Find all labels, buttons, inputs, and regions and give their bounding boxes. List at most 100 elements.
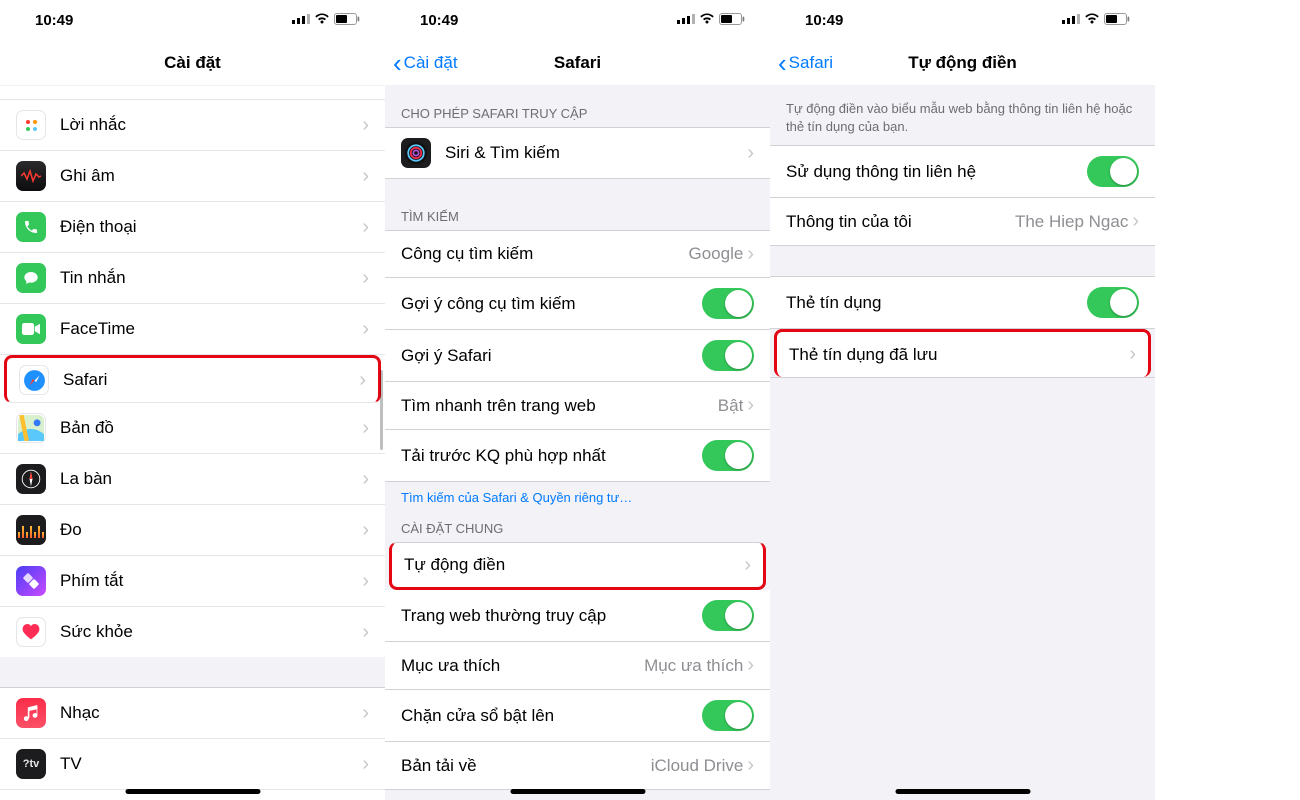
section-header-general: CÀI ĐẶT CHUNG bbox=[385, 511, 770, 542]
row-safari[interactable]: Safari › bbox=[4, 355, 381, 403]
page-title: Safari bbox=[554, 53, 601, 73]
chevron-icon: › bbox=[359, 369, 366, 392]
chevron-left-icon: ‹ bbox=[778, 50, 787, 76]
toggle-switch[interactable] bbox=[702, 440, 754, 471]
row-label: Bản đồ bbox=[60, 418, 362, 438]
section-note: Tự động điền vào biểu mẫu web bằng thông… bbox=[770, 86, 1155, 145]
row-safari-suggestions[interactable]: Gợi ý Safari bbox=[385, 330, 770, 382]
row-downloads[interactable]: Bản tải về iCloud Drive › bbox=[385, 742, 770, 790]
row-block-popups[interactable]: Chặn cửa sổ bật lên bbox=[385, 690, 770, 742]
status-time: 10:49 bbox=[805, 12, 843, 29]
row-frequently-visited[interactable]: Trang web thường truy cập bbox=[385, 590, 770, 642]
voice-memo-icon bbox=[16, 161, 46, 191]
row-saved-credit-cards[interactable]: Thẻ tín dụng đã lưu › bbox=[774, 329, 1151, 377]
row-maps[interactable]: Bản đồ › bbox=[0, 403, 385, 454]
nav-bar: Cài đặt bbox=[0, 40, 385, 86]
row-preload-top-hit[interactable]: Tải trước KQ phù hợp nhất bbox=[385, 430, 770, 482]
row-label: Thẻ tín dụng đã lưu bbox=[789, 345, 1129, 365]
toggle-switch[interactable] bbox=[702, 600, 754, 631]
nav-bar: ‹Safari Tự động điền bbox=[770, 40, 1155, 86]
row-quick-website-search[interactable]: Tìm nhanh trên trang web Bật › bbox=[385, 382, 770, 430]
status-time: 10:49 bbox=[35, 12, 73, 29]
home-indicator[interactable] bbox=[895, 789, 1030, 794]
phone-icon bbox=[16, 212, 46, 242]
back-label: Safari bbox=[789, 53, 833, 73]
chevron-icon: › bbox=[747, 243, 754, 266]
toggle-switch[interactable] bbox=[702, 288, 754, 319]
battery-icon bbox=[719, 12, 745, 29]
section-header-search: TÌM KIẾM bbox=[385, 179, 770, 230]
home-indicator[interactable] bbox=[510, 789, 645, 794]
chevron-icon: › bbox=[747, 754, 754, 777]
row-label: Nhạc bbox=[60, 703, 362, 723]
privacy-link[interactable]: Tìm kiếm của Safari & Quyền riêng tư… bbox=[385, 482, 770, 511]
chevron-icon: › bbox=[744, 554, 751, 577]
row-search-engine[interactable]: Công cụ tìm kiếm Google › bbox=[385, 230, 770, 278]
chevron-icon: › bbox=[362, 216, 369, 239]
row-use-contact-info[interactable]: Sử dụng thông tin liên hệ bbox=[770, 145, 1155, 198]
row-label: Tự động điền bbox=[404, 555, 744, 575]
row-voice-memos[interactable]: Ghi âm › bbox=[0, 151, 385, 202]
chevron-icon: › bbox=[362, 468, 369, 491]
safari-icon bbox=[19, 365, 49, 395]
wifi-icon bbox=[699, 12, 715, 29]
chevron-icon: › bbox=[362, 570, 369, 593]
chevron-icon: › bbox=[362, 417, 369, 440]
chevron-left-icon: ‹ bbox=[393, 50, 402, 76]
row-credit-card[interactable]: Thẻ tín dụng bbox=[770, 276, 1155, 329]
tv-icon: ?tv bbox=[16, 749, 46, 779]
shortcuts-icon bbox=[16, 566, 46, 596]
row-label: Tải trước KQ phù hợp nhất bbox=[401, 446, 702, 466]
home-indicator[interactable] bbox=[125, 789, 260, 794]
status-bar: 10:49 bbox=[0, 0, 385, 40]
row-reminders[interactable]: Lời nhắc › bbox=[0, 100, 385, 151]
chevron-icon: › bbox=[362, 267, 369, 290]
row-engine-suggestions[interactable]: Gợi ý công cụ tìm kiếm bbox=[385, 278, 770, 330]
row-label: Trang web thường truy cập bbox=[401, 606, 702, 626]
reminders-icon bbox=[16, 110, 46, 140]
row-measure[interactable]: Đo › bbox=[0, 505, 385, 556]
row-label: Phím tắt bbox=[60, 571, 362, 591]
page-title: Tự động điền bbox=[908, 53, 1017, 73]
row-label: Safari bbox=[63, 370, 359, 390]
row-tv[interactable]: ?tv TV › bbox=[0, 739, 385, 790]
measure-icon bbox=[16, 515, 46, 545]
row-facetime[interactable]: FaceTime › bbox=[0, 304, 385, 355]
row-favorites[interactable]: Mục ưa thích Mục ưa thích › bbox=[385, 642, 770, 690]
row-autofill[interactable]: Tự động điền › bbox=[389, 542, 766, 590]
chevron-icon: › bbox=[1132, 210, 1139, 233]
back-button[interactable]: ‹Cài đặt bbox=[393, 50, 458, 76]
row-label: La bàn bbox=[60, 469, 362, 489]
toggle-switch[interactable] bbox=[1087, 287, 1139, 318]
toggle-switch[interactable] bbox=[702, 340, 754, 371]
safari-settings-list: CHO PHÉP SAFARI TRUY CẬP Siri & Tìm kiếm… bbox=[385, 86, 770, 800]
row-messages[interactable]: Tin nhắn › bbox=[0, 253, 385, 304]
phone-settings: 10:49 Cài đặt Lời nhắc › Ghi âm › Điện t… bbox=[0, 0, 385, 800]
row-phone[interactable]: Điện thoại › bbox=[0, 202, 385, 253]
row-shortcuts[interactable]: Phím tắt › bbox=[0, 556, 385, 607]
row-label: Sử dụng thông tin liên hệ bbox=[786, 162, 1087, 182]
row-siri-search[interactable]: Siri & Tìm kiếm › bbox=[385, 127, 770, 179]
back-button[interactable]: ‹Safari bbox=[778, 50, 833, 76]
chevron-icon: › bbox=[747, 654, 754, 677]
row-label: Tìm nhanh trên trang web bbox=[401, 396, 718, 416]
row-my-info[interactable]: Thông tin của tôi The Hiep Ngac › bbox=[770, 198, 1155, 246]
row-label: Thông tin của tôi bbox=[786, 212, 1015, 232]
maps-icon bbox=[16, 413, 46, 443]
toggle-switch[interactable] bbox=[702, 700, 754, 731]
siri-icon bbox=[401, 138, 431, 168]
status-indicators bbox=[1062, 12, 1130, 29]
page-title: Cài đặt bbox=[164, 53, 221, 73]
wifi-icon bbox=[314, 12, 330, 29]
row-label: TV bbox=[60, 754, 362, 774]
row-compass[interactable]: La bàn › bbox=[0, 454, 385, 505]
row-label: Ghi âm bbox=[60, 166, 362, 186]
phone-safari-settings: 10:49 ‹Cài đặt Safari CHO PHÉP SAFARI TR… bbox=[385, 0, 770, 800]
row-music[interactable]: Nhạc › bbox=[0, 687, 385, 739]
row-health[interactable]: Sức khỏe › bbox=[0, 607, 385, 657]
row-label: Bản tải về bbox=[401, 756, 651, 776]
toggle-switch[interactable] bbox=[1087, 156, 1139, 187]
row-value: Mục ưa thích bbox=[644, 656, 743, 676]
scroll-indicator[interactable] bbox=[380, 370, 383, 450]
chevron-icon: › bbox=[362, 621, 369, 644]
